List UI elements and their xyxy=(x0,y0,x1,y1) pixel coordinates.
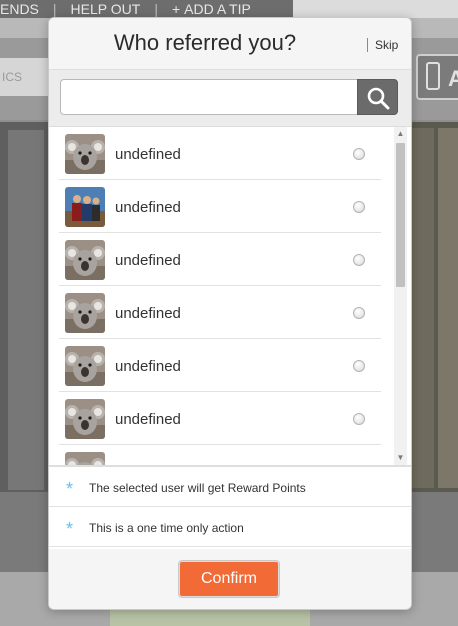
search-input[interactable] xyxy=(60,79,358,115)
user-name: undefined xyxy=(115,411,181,428)
asterisk-icon: * xyxy=(66,519,74,539)
user-name: undefined xyxy=(115,358,181,375)
asterisk-icon: * xyxy=(66,479,74,499)
radio-icon[interactable] xyxy=(353,360,365,372)
nav-separator: | xyxy=(52,1,57,17)
scroll-arrow-up-icon[interactable]: ▲ xyxy=(394,127,407,141)
nav-right-area xyxy=(293,0,458,18)
radio-icon[interactable] xyxy=(353,148,365,160)
user-name: undefined xyxy=(115,252,181,269)
plus-icon: + xyxy=(171,1,181,17)
koala-avatar-icon xyxy=(65,134,105,174)
background-nav-bar: ENDS | HELP OUT | + ADD A TIP xyxy=(0,0,458,18)
info-row: * The selected user will get Reward Poin… xyxy=(49,467,411,507)
user-list-item[interactable]: undefined xyxy=(59,128,381,180)
info-text: The selected user will get Reward Points xyxy=(89,481,306,495)
user-list-item[interactable]: undefined xyxy=(59,181,381,233)
modal-title: Who referred you? xyxy=(113,30,297,55)
user-avatar-people xyxy=(65,187,105,227)
user-list-item[interactable]: undefined xyxy=(59,393,381,445)
user-name: undefined xyxy=(115,199,181,216)
nav-item-add-a-tip[interactable]: + ADD A TIP xyxy=(172,1,251,17)
search-area xyxy=(49,70,411,127)
koala-avatar-icon xyxy=(65,293,105,333)
background-topics-box: ICS xyxy=(0,58,50,96)
background-photo-right xyxy=(410,122,458,494)
info-row: * This is a one time only action xyxy=(49,507,411,547)
user-list-item[interactable]: undefined xyxy=(59,234,381,286)
scroll-thumb[interactable] xyxy=(396,143,405,287)
scrollbar[interactable]: ▲ ▼ xyxy=(394,127,407,465)
koala-avatar-icon xyxy=(65,346,105,386)
modal-footer: Confirm xyxy=(49,549,411,609)
background-app-button: A xyxy=(416,54,458,100)
koala-avatar-icon xyxy=(65,452,105,465)
user-list: undefined undefined undefined undefined unde… xyxy=(49,127,411,465)
nav-item-friends[interactable]: ENDS xyxy=(0,1,39,17)
phone-icon xyxy=(426,62,440,90)
skip-link[interactable]: Skip xyxy=(375,38,398,52)
user-list-item[interactable] xyxy=(59,446,381,465)
app-button-letter: A xyxy=(448,66,458,91)
skip-divider xyxy=(367,38,368,52)
koala-avatar-icon xyxy=(65,399,105,439)
modal-header: Who referred you? Skip xyxy=(49,18,411,70)
nav-item-help-out[interactable]: HELP OUT xyxy=(71,1,141,17)
radio-icon[interactable] xyxy=(353,307,365,319)
user-name: undefined xyxy=(115,146,181,163)
info-panel: * The selected user will get Reward Poin… xyxy=(49,465,411,551)
referral-modal: Who referred you? Skip undefined undefine… xyxy=(48,17,412,610)
radio-icon[interactable] xyxy=(353,413,365,425)
radio-icon[interactable] xyxy=(353,201,365,213)
koala-avatar-icon xyxy=(65,240,105,280)
search-button[interactable] xyxy=(357,79,398,115)
info-text: This is a one time only action xyxy=(89,521,244,535)
confirm-button[interactable]: Confirm xyxy=(179,561,279,597)
scroll-arrow-down-icon[interactable]: ▼ xyxy=(394,451,407,465)
nav-separator: | xyxy=(154,1,158,17)
user-name: undefined xyxy=(115,305,181,322)
radio-icon[interactable] xyxy=(353,254,365,266)
user-list-item[interactable]: undefined xyxy=(59,340,381,392)
search-icon xyxy=(367,87,390,110)
background-photo-left xyxy=(0,122,48,492)
user-list-item[interactable]: undefined xyxy=(59,287,381,339)
